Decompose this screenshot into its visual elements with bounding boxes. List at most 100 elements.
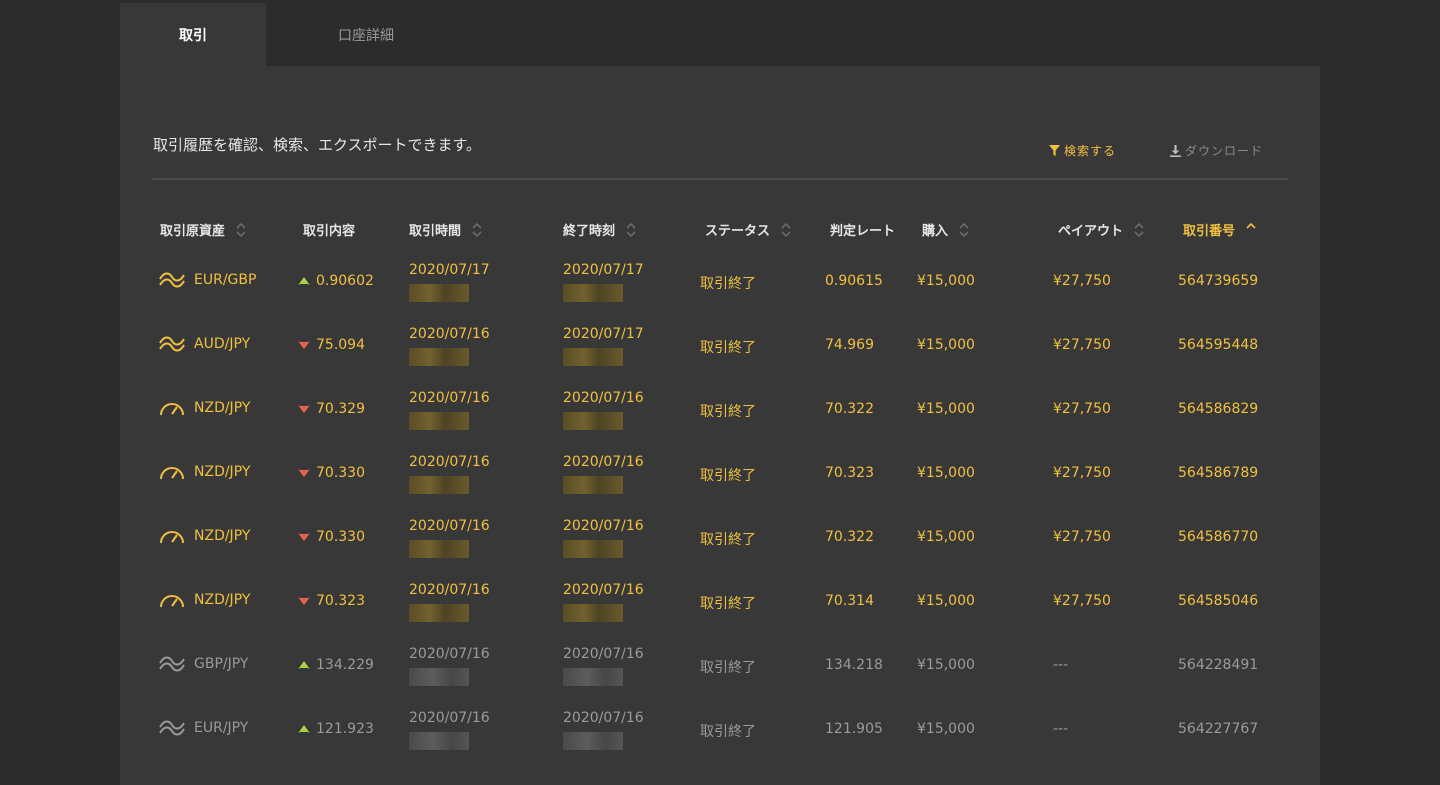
settlement-rate: 70.323: [825, 465, 874, 481]
redacted-time: [409, 604, 469, 622]
arrow-up-icon: [298, 725, 310, 733]
table-row[interactable]: EUR/GBP 0.90602 2020/07/17 2020/07/17 取引終了 0.…: [120, 254, 1320, 318]
end-time-cell: 2020/07/17: [563, 326, 644, 366]
search-button-label: 検索する: [1064, 144, 1117, 158]
sort-icon[interactable]: [625, 221, 637, 239]
status-text: 取引終了: [700, 404, 756, 420]
wave-icon: [159, 656, 185, 672]
redacted-time: [409, 348, 469, 366]
intro-text: 取引履歴を確認、検索、エクスポートできます。: [153, 136, 482, 154]
wave-icon: [159, 720, 185, 736]
download-icon: [1170, 144, 1181, 157]
sort-icon[interactable]: [1245, 221, 1257, 239]
purchase-amount: ¥15,000: [917, 529, 975, 545]
search-button[interactable]: 検索する: [1049, 142, 1116, 159]
redacted-time: [563, 540, 623, 558]
gauge-icon: [160, 531, 184, 544]
trade-time-cell: 2020/07/16: [409, 710, 490, 750]
column-header-time[interactable]: 取引時間: [409, 220, 483, 239]
column-header-payout[interactable]: ペイアウト: [1058, 220, 1145, 239]
asset-name: NZD/JPY: [194, 592, 251, 608]
tab-account-details[interactable]: 口座詳細: [266, 3, 466, 66]
column-header-end-time[interactable]: 終了時刻: [563, 220, 637, 239]
end-time-cell: 2020/07/17: [563, 262, 644, 302]
download-button[interactable]: ダウンロード: [1170, 142, 1263, 159]
tab-trades[interactable]: 取引: [120, 3, 266, 66]
column-header-asset[interactable]: 取引原資産: [160, 220, 247, 239]
table-row[interactable]: AUD/JPY 75.094 2020/07/16 2020/07/17 取引終了 74.…: [120, 318, 1320, 382]
trade-content-cell: 70.329: [298, 401, 365, 417]
end-date: 2020/07/17: [563, 262, 644, 278]
entry-price: 121.923: [316, 721, 374, 737]
redacted-time: [409, 540, 469, 558]
column-header-purchase[interactable]: 購入: [922, 220, 970, 239]
trade-date: 2020/07/16: [409, 710, 490, 726]
redacted-time: [563, 412, 623, 430]
sort-icon[interactable]: [235, 221, 247, 239]
table-row[interactable]: NZD/JPY 70.329 2020/07/16 2020/07/16 取引終了 70.…: [120, 382, 1320, 446]
asset-name: NZD/JPY: [194, 464, 251, 480]
column-header-rate: 判定レート: [830, 220, 895, 239]
purchase-amount: ¥15,000: [917, 401, 975, 417]
arrow-up-icon: [298, 277, 310, 285]
asset-name: EUR/GBP: [194, 272, 257, 288]
asset-cell: EUR/JPY: [158, 718, 248, 738]
sort-icon[interactable]: [471, 221, 483, 239]
asset-cell: EUR/GBP: [158, 270, 256, 290]
sort-icon[interactable]: [780, 221, 792, 239]
redacted-time: [409, 476, 469, 494]
entry-price: 0.90602: [316, 273, 374, 289]
end-date: 2020/07/16: [563, 710, 644, 726]
arrow-down-icon: [298, 341, 310, 349]
column-header-label: 取引原資産: [160, 224, 226, 239]
status-text: 取引終了: [700, 340, 756, 356]
settlement-rate: 134.218: [825, 657, 883, 673]
arrow-down-icon: [298, 533, 310, 541]
payout-amount: ¥27,750: [1053, 465, 1111, 481]
payout-amount: ---: [1053, 657, 1069, 673]
table-row[interactable]: EUR/JPY 121.923 2020/07/16 2020/07/16 取引終了 12…: [120, 702, 1320, 766]
purchase-amount: ¥15,000: [917, 593, 975, 609]
end-date: 2020/07/17: [563, 326, 644, 342]
entry-price: 75.094: [316, 337, 365, 353]
column-header-label: 購入: [922, 224, 949, 239]
redacted-time: [409, 412, 469, 430]
table-row[interactable]: NZD/JPY 70.330 2020/07/16 2020/07/16 取引終了 70.…: [120, 446, 1320, 510]
trade-content-cell: 0.90602: [298, 273, 374, 289]
entry-price: 70.323: [316, 593, 365, 609]
entry-price: 70.330: [316, 529, 365, 545]
status-text: 取引終了: [700, 468, 756, 484]
column-header-status[interactable]: ステータス: [705, 220, 792, 239]
download-button-label: ダウンロード: [1185, 144, 1264, 158]
payout-amount: ---: [1053, 721, 1069, 737]
table-row[interactable]: NZD/JPY 70.330 2020/07/16 2020/07/16 取引終了 70.…: [120, 510, 1320, 574]
end-time-cell: 2020/07/16: [563, 646, 644, 686]
gauge-icon: [160, 467, 184, 480]
redacted-time: [563, 604, 623, 622]
trade-date: 2020/07/16: [409, 454, 490, 470]
column-header-label: 取引内容: [303, 224, 356, 239]
payout-amount: ¥27,750: [1053, 337, 1111, 353]
asset-name: GBP/JPY: [194, 656, 249, 672]
trade-time-cell: 2020/07/16: [409, 582, 490, 622]
end-time-cell: 2020/07/16: [563, 582, 644, 622]
sort-icon[interactable]: [958, 221, 970, 239]
table-row[interactable]: GBP/JPY 134.229 2020/07/16 2020/07/16 取引終了 13…: [120, 638, 1320, 702]
trade-content-cell: 70.323: [298, 593, 365, 609]
trade-time-cell: 2020/07/16: [409, 518, 490, 558]
column-header-label: 取引時間: [409, 224, 462, 239]
wave-icon: [159, 272, 185, 288]
column-header-trade-no[interactable]: 取引番号: [1183, 220, 1257, 239]
trade-number: 564586829: [1178, 401, 1259, 417]
table-row[interactable]: NZD/JPY 70.323 2020/07/16 2020/07/16 取引終了 70.…: [120, 574, 1320, 638]
trade-date: 2020/07/16: [409, 518, 490, 534]
settlement-rate: 70.322: [825, 529, 874, 545]
trade-time-cell: 2020/07/16: [409, 326, 490, 366]
end-date: 2020/07/16: [563, 390, 644, 406]
header-divider: [152, 178, 1288, 180]
settlement-rate: 70.314: [825, 593, 874, 609]
sort-icon[interactable]: [1133, 221, 1145, 239]
trade-number: 564586789: [1178, 465, 1259, 481]
redacted-time: [409, 732, 469, 750]
redacted-time: [563, 284, 623, 302]
